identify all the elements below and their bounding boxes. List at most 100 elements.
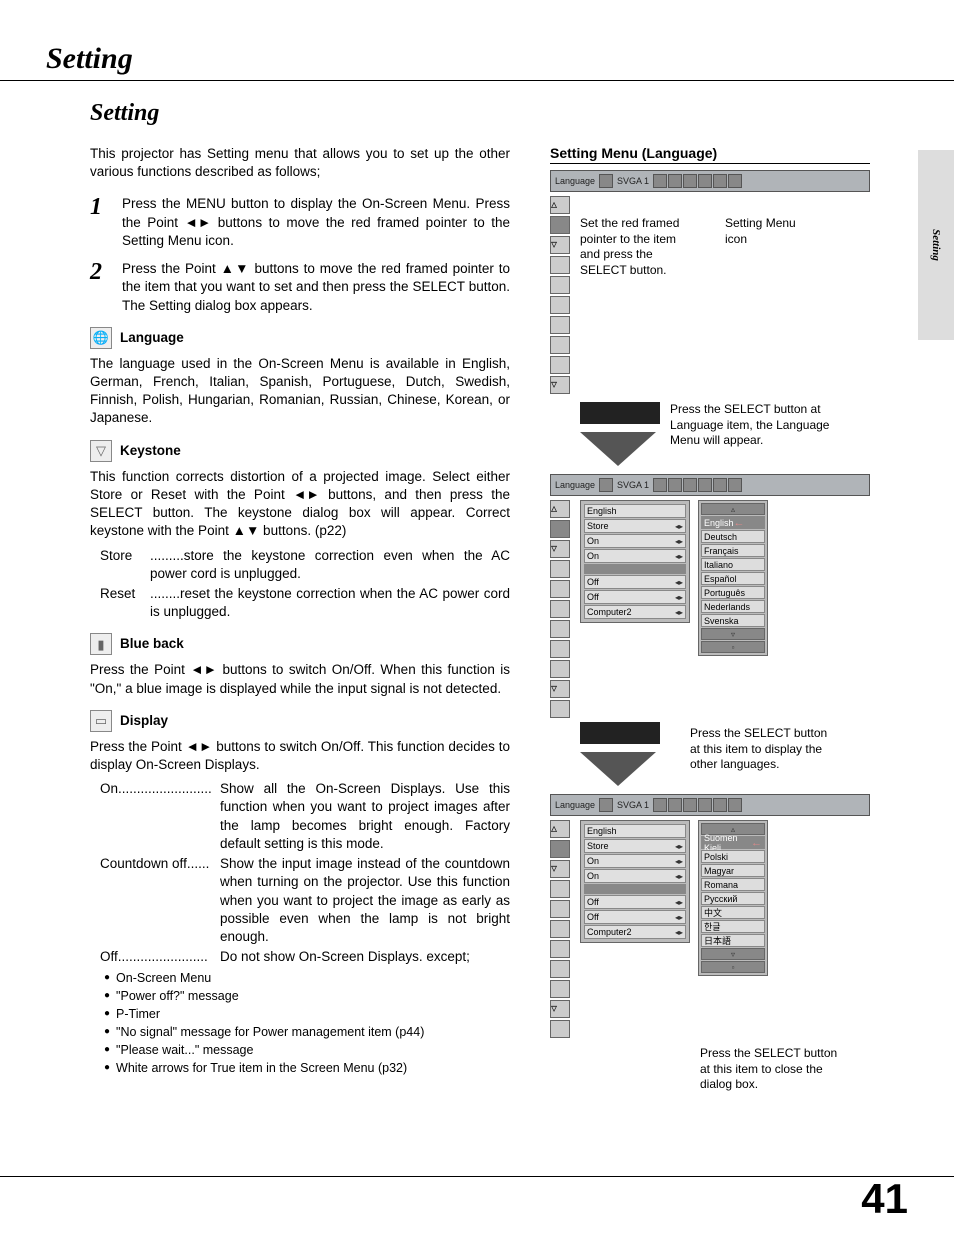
menu-bar-icon xyxy=(599,478,613,492)
step-1-number: 1 xyxy=(90,195,108,250)
side-icon xyxy=(550,920,570,938)
side-icon xyxy=(550,840,570,858)
display-off-row: Off........................ Do not show … xyxy=(90,948,510,966)
side-tab: Setting xyxy=(918,150,954,340)
display-off-body: Do not show On-Screen Displays. except; xyxy=(220,948,510,966)
menu-icon xyxy=(683,174,697,188)
right-title: Setting Menu (Language) xyxy=(550,145,870,164)
side-tab-label: Setting xyxy=(930,229,942,261)
side-icon: ▿ xyxy=(550,680,570,698)
panel-row-text: Off xyxy=(587,897,599,907)
caption-1: Set the red framed pointer to the item a… xyxy=(580,216,695,278)
panel-row-text: Off xyxy=(587,912,599,922)
side-icon-column: ▵ ▿ ▿ xyxy=(550,196,572,394)
header-rule xyxy=(0,80,954,81)
keystone-reset-body: ........reset the keystone correction wh… xyxy=(150,585,510,621)
side-icon xyxy=(550,620,570,638)
display-paragraph: Press the Point ◄► buttons to switch On/… xyxy=(90,738,510,774)
panel-row: Off ◂▸ xyxy=(584,895,686,909)
display-heading: ▭ Display xyxy=(90,710,510,732)
side-icon xyxy=(550,960,570,978)
panel-row-text: Computer2 xyxy=(587,927,632,937)
settings-panel-2: English Store◂▸ On◂▸ On◂▸ Off◂▸ Off◂▸ Co… xyxy=(580,820,690,943)
language-heading: 🌐 Language xyxy=(90,327,510,349)
page-number: 41 xyxy=(861,1175,908,1223)
menu-icon xyxy=(698,798,712,812)
language-list-2: ▵ Suomen Kieli ← Polski Magyar Romana Ру… xyxy=(698,820,768,976)
lang-item: Svenska xyxy=(701,614,765,627)
arrows-icon: ◂▸ xyxy=(675,593,683,602)
arrows-icon: ◂▸ xyxy=(675,608,683,617)
lang-item: 한글 xyxy=(701,920,765,933)
menu-bar-2-label: Language xyxy=(555,480,595,490)
display-off-dots: ........................ xyxy=(118,949,208,964)
menu-icon xyxy=(653,174,667,188)
bullet-item: ●White arrows for True item in the Scree… xyxy=(104,1060,510,1077)
keystone-reset-term: Reset xyxy=(90,585,150,621)
page-header-title: Setting xyxy=(46,42,133,76)
scroll-down-icon: ▿ xyxy=(701,628,765,640)
menu-icon xyxy=(713,798,727,812)
menu-bar-icon xyxy=(599,174,613,188)
menu-icon xyxy=(713,174,727,188)
bullet-text: On-Screen Menu xyxy=(116,970,211,987)
menu-bar-icons xyxy=(653,478,742,492)
scroll-up-icon: ▵ xyxy=(701,503,765,515)
diagram-2: ▵ ▿ ▿ English Store◂▸ xyxy=(550,500,850,794)
display-countdown-body: Show the input image instead of the coun… xyxy=(220,855,510,946)
display-on-term: On......................... xyxy=(90,780,220,853)
panel-row-text: Off xyxy=(587,592,599,602)
panel-row-text: On xyxy=(587,551,599,561)
panel-row xyxy=(584,884,686,894)
lang-item: Português xyxy=(701,586,765,599)
display-on-row: On......................... Show all the… xyxy=(90,780,510,853)
panel-row: On◂▸ xyxy=(584,854,686,868)
side-icon xyxy=(550,940,570,958)
side-icon xyxy=(550,880,570,898)
settings-panel-1: English Store◂▸ On◂▸ On◂▸ Off◂▸ Off◂▸ Co… xyxy=(580,500,690,623)
side-icon-column: ▵ ▿ ▿ xyxy=(550,500,572,718)
caption-4: Press the SELECT button at this item to … xyxy=(690,718,830,794)
black-bar xyxy=(580,402,660,424)
keystone-icon: ▽ xyxy=(90,440,112,462)
left-column: This projector has Setting menu that all… xyxy=(90,145,510,1093)
side-icon xyxy=(550,520,570,538)
panel-row xyxy=(584,564,686,574)
side-icon: ▵ xyxy=(550,500,570,518)
panel-row-text: English xyxy=(587,826,617,836)
arrows-icon: ◂▸ xyxy=(675,552,683,561)
keystone-label: Keystone xyxy=(120,442,181,460)
lang-item: Suomen Kieli ← xyxy=(701,836,765,849)
menu-icon xyxy=(653,798,667,812)
menu-icon xyxy=(698,478,712,492)
step-1: 1 Press the MENU button to display the O… xyxy=(90,195,510,250)
arrows-icon: ◂▸ xyxy=(675,537,683,546)
lang-item: English ← xyxy=(701,516,765,529)
side-icon xyxy=(550,256,570,274)
panel-row: Off◂▸ xyxy=(584,910,686,924)
bullet-dot-icon: ● xyxy=(104,988,110,1005)
side-icon xyxy=(550,356,570,374)
lang-item: Italiano xyxy=(701,558,765,571)
lang-item: Deutsch xyxy=(701,530,765,543)
side-icon xyxy=(550,980,570,998)
menu-icon xyxy=(668,798,682,812)
menu-bar-3-label: Language xyxy=(555,800,595,810)
menu-icon xyxy=(683,798,697,812)
diagram-1-row: ▵ ▿ ▿ Set the red framed pointer to the … xyxy=(550,196,850,394)
arrows-icon: ◂▸ xyxy=(675,898,683,907)
menu-bar-2-mode: SVGA 1 xyxy=(617,480,649,490)
step-2-body: Press the Point ▲▼ buttons to move the r… xyxy=(122,260,510,315)
step-1-body: Press the MENU button to display the On-… xyxy=(122,195,510,250)
side-icon xyxy=(550,276,570,294)
bullet-item: ●"Power off?" message xyxy=(104,988,510,1005)
display-off-term-text: Off xyxy=(100,949,118,964)
display-icon: ▭ xyxy=(90,710,112,732)
blueback-icon: ▮ xyxy=(90,633,112,655)
menu-icon xyxy=(653,478,667,492)
menu-bar-icons xyxy=(653,174,742,188)
menu-icon xyxy=(668,174,682,188)
bullet-dot-icon: ● xyxy=(104,1006,110,1023)
side-icon xyxy=(550,316,570,334)
lang-item: 日本語 xyxy=(701,934,765,947)
